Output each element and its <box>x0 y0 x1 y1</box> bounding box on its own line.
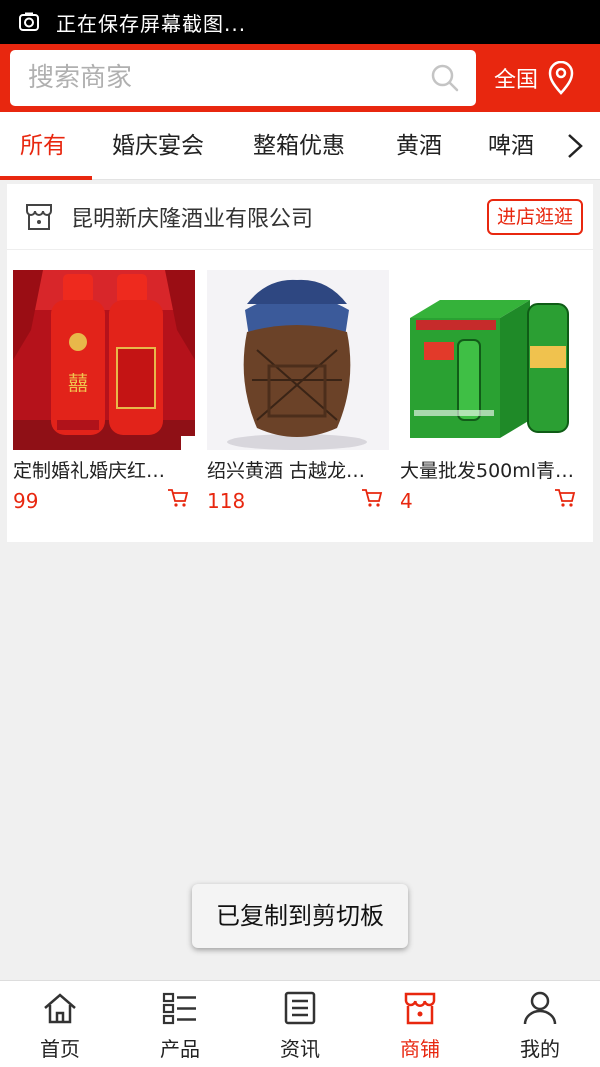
nav-label: 产品 <box>160 1037 200 1061</box>
nav-products[interactable]: 产品 <box>120 981 240 1067</box>
svg-text:囍: 囍 <box>68 371 88 395</box>
header: 全国 <box>0 44 600 112</box>
nav-label: 资讯 <box>280 1037 320 1061</box>
nav-news[interactable]: 资讯 <box>240 981 360 1067</box>
location-pin-icon <box>548 61 574 95</box>
toast-message: 已复制到剪切板 <box>192 884 408 948</box>
list-icon <box>162 992 196 1025</box>
store-icon <box>26 203 52 230</box>
tab-all[interactable]: 所有 <box>0 112 92 180</box>
search-box[interactable] <box>10 50 476 106</box>
tab-beer[interactable]: 啤酒 <box>488 112 534 180</box>
user-icon <box>523 991 557 1025</box>
shop-header[interactable]: 昆明新庆隆酒业有限公司 进店逛逛 <box>7 184 593 250</box>
nav-shops[interactable]: 商铺 <box>360 981 480 1067</box>
product-name[interactable]: 绍兴黄酒 古越龙… <box>207 456 389 483</box>
product-card[interactable]: 囍 定制婚礼婚庆红… 99 <box>13 270 195 513</box>
home-icon <box>44 993 76 1024</box>
region-label: 全国 <box>494 68 539 93</box>
product-name[interactable]: 定制婚礼婚庆红… <box>13 456 195 483</box>
status-bar: 正在保存屏幕截图... <box>0 0 600 44</box>
product-image[interactable] <box>207 270 389 450</box>
product-card[interactable]: 绍兴黄酒 古越龙… 118 <box>207 270 389 513</box>
nav-mine[interactable]: 我的 <box>480 981 600 1067</box>
screenshot-icon <box>19 12 39 31</box>
nav-label: 商铺 <box>400 1037 440 1061</box>
product-image[interactable] <box>400 270 582 450</box>
product-image[interactable]: 囍 <box>13 270 195 450</box>
search-input[interactable] <box>28 63 408 93</box>
nav-label: 我的 <box>520 1037 560 1061</box>
tab-wedding-banquet[interactable]: 婚庆宴会 <box>112 112 204 180</box>
chevron-right-icon[interactable] <box>564 132 586 160</box>
tab-yellow-wine[interactable]: 黄酒 <box>396 112 442 180</box>
category-tabs: 所有 婚庆宴会 整箱优惠 黄酒 啤酒 <box>0 112 600 180</box>
shop-name: 昆明新庆隆酒业有限公司 <box>71 206 314 232</box>
shop-card: 昆明新庆隆酒业有限公司 进店逛逛 囍 定制婚礼婚庆红… 99 绍兴黄酒 古越龙…… <box>7 184 593 542</box>
status-text: 正在保存屏幕截图... <box>56 11 247 36</box>
product-card[interactable]: 大量批发500ml青… 4 <box>400 270 582 513</box>
news-icon <box>284 991 316 1025</box>
nav-label: 首页 <box>40 1037 80 1061</box>
visit-shop-button[interactable]: 进店逛逛 <box>486 199 583 235</box>
nav-home[interactable]: 首页 <box>0 981 120 1067</box>
product-name[interactable]: 大量批发500ml青… <box>400 456 582 483</box>
cart-icon[interactable] <box>167 488 189 508</box>
tab-case-discount[interactable]: 整箱优惠 <box>253 112 345 180</box>
cart-icon[interactable] <box>554 488 576 508</box>
product-list: 囍 定制婚礼婚庆红… 99 绍兴黄酒 古越龙… 118 大量批发500ml青… … <box>7 270 593 513</box>
shop-icon <box>404 992 436 1025</box>
bottom-nav: 首页 产品 资讯 商铺 我的 <box>0 980 600 1067</box>
region-selector[interactable]: 全国 <box>494 61 576 95</box>
search-icon[interactable] <box>430 63 460 93</box>
cart-icon[interactable] <box>361 488 383 508</box>
